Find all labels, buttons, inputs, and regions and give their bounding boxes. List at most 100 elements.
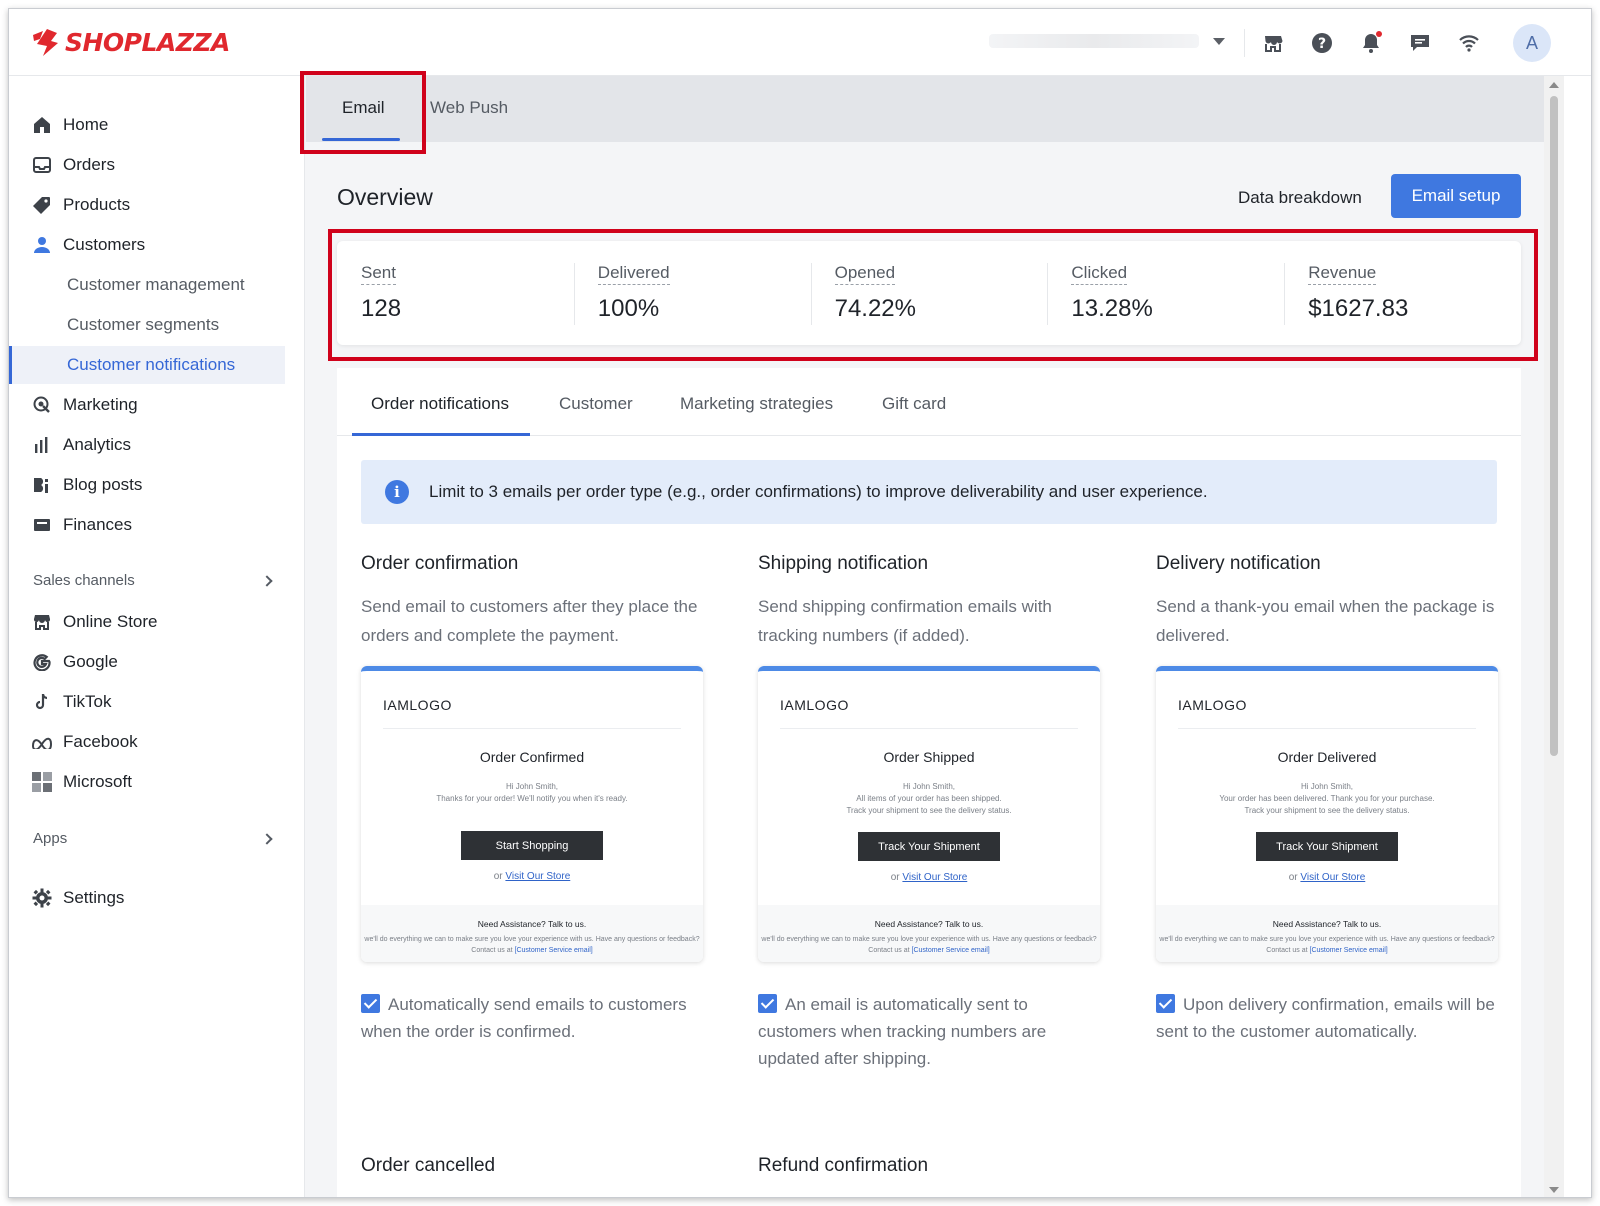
preview-logo: IAMLOGO — [1178, 697, 1247, 713]
svg-text:?: ? — [1318, 36, 1326, 52]
data-breakdown-link[interactable]: Data breakdown — [1238, 188, 1362, 208]
marketing-icon — [31, 394, 53, 416]
preview-cta-button: Start Shopping — [461, 831, 603, 860]
sidebar-item-google[interactable]: Google — [9, 644, 285, 680]
card-description: Send a thank-you email when the package … — [1156, 597, 1495, 645]
sidebar-item-label: Settings — [63, 888, 125, 907]
sidebar-item-label: Microsoft — [63, 772, 132, 791]
active-tab-indicator — [352, 433, 530, 436]
card-title-refund-confirmation[interactable]: Refund confirmation — [758, 1155, 928, 1177]
home-icon — [31, 114, 53, 136]
preview-logo: IAMLOGO — [780, 697, 849, 713]
notification-tabs: Order notifications Customer Marketing s… — [337, 368, 1521, 436]
sidebar-item-microsoft[interactable]: Microsoft — [9, 764, 285, 800]
microsoft-icon — [31, 771, 53, 793]
channel-tabs: Email Web Push — [306, 76, 1544, 142]
preview-heading: Order Confirmed — [479, 749, 585, 765]
sidebar-item-label: Customers — [63, 235, 146, 254]
preview-heading: Order Shipped — [883, 749, 975, 765]
help-icon[interactable]: ? — [1310, 31, 1334, 55]
preview-cta-button: Track Your Shipment — [1256, 832, 1398, 861]
apps-section[interactable]: Apps — [33, 830, 277, 847]
auto-send-checkbox[interactable] — [361, 994, 380, 1013]
preview-or-link: or Visit Our Store — [1156, 872, 1498, 883]
notifications-panel: Order notifications Customer Marketing s… — [337, 368, 1521, 1197]
footer-heading: Need Assistance? Talk to us. — [874, 919, 984, 929]
preview-footer: Need Assistance? Talk to us. we'll do ev… — [361, 905, 703, 962]
email-preview[interactable]: IAMLOGO Order Confirmed Hi John Smith, T… — [361, 666, 703, 962]
sidebar-subitem-customer-segments[interactable]: Customer segments — [9, 306, 285, 344]
auto-send-checkbox[interactable] — [1156, 994, 1175, 1013]
scroll-down-icon[interactable] — [1549, 1187, 1559, 1193]
store-selector[interactable] — [989, 29, 1234, 53]
store-icon — [31, 611, 53, 633]
preview-cta-button: Track Your Shipment — [858, 832, 1000, 861]
email-preview[interactable]: IAMLOGO Order Shipped Hi John Smith, All… — [758, 666, 1100, 962]
email-preview[interactable]: IAMLOGO Order Delivered Hi John Smith, Y… — [1156, 666, 1498, 962]
footer-email-link: [Customer Service email] — [514, 947, 593, 954]
sidebar-item-blog-posts[interactable]: Blog posts — [9, 467, 285, 503]
sidebar-subitem-customer-notifications[interactable]: Customer notifications — [9, 346, 285, 384]
highlight-box-email-tab — [300, 71, 426, 154]
sidebar-item-orders[interactable]: Orders — [9, 147, 285, 183]
avatar[interactable]: A — [1513, 24, 1551, 62]
auto-send-setting: Upon delivery confirmation, emails will … — [1156, 991, 1498, 1045]
sidebar-item-finances[interactable]: Finances — [9, 507, 285, 543]
email-setup-button[interactable]: Email setup — [1391, 174, 1521, 218]
scroll-thumb[interactable] — [1550, 96, 1558, 756]
brand-logo[interactable]: SHOPLAZZA — [31, 27, 230, 57]
finance-icon — [31, 514, 53, 536]
sidebar-item-label: Blog posts — [63, 475, 143, 494]
preview-line: Thanks for your order! We'll notify you … — [436, 794, 628, 803]
preview-line: Track your shipment to see the delivery … — [1244, 806, 1410, 815]
divider — [1178, 728, 1476, 729]
preview-footer: Need Assistance? Talk to us. we'll do ev… — [758, 905, 1100, 962]
sidebar-subitem-customer-management[interactable]: Customer management — [9, 266, 285, 304]
brand-name: SHOPLAZZA — [65, 27, 230, 57]
tab-customer[interactable]: Customer — [559, 394, 633, 414]
preview-body: Hi John Smith, Thanks for your order! We… — [361, 781, 703, 805]
auto-send-setting: An email is automatically sent to custom… — [758, 991, 1100, 1072]
tab-order-notifications[interactable]: Order notifications — [371, 394, 509, 414]
app-window: SHOPLAZZA ? A Home Orders Products Custo… — [8, 8, 1592, 1198]
sidebar-item-label: Google — [63, 652, 118, 671]
wifi-icon[interactable] — [1457, 31, 1481, 55]
sales-channels-section[interactable]: Sales channels — [33, 572, 277, 589]
sidebar-item-tiktok[interactable]: TikTok — [9, 684, 285, 720]
notification-card-shipping: Shipping notification Send shipping conf… — [758, 553, 1100, 1068]
tab-web-push[interactable]: Web Push — [430, 98, 508, 118]
sidebar-item-home[interactable]: Home — [9, 107, 285, 143]
store-icon[interactable] — [1261, 31, 1285, 55]
shoplazza-logo-icon — [33, 29, 58, 56]
tab-marketing-strategies[interactable]: Marketing strategies — [680, 394, 833, 414]
auto-send-checkbox[interactable] — [758, 994, 777, 1013]
or-text: or — [1288, 872, 1298, 883]
card-title[interactable]: Delivery notification — [1156, 553, 1498, 575]
tiktok-icon — [31, 691, 53, 713]
bell-icon[interactable] — [1359, 31, 1383, 55]
sidebar-item-label: Marketing — [63, 395, 138, 414]
sidebar-item-customers[interactable]: Customers — [9, 227, 285, 263]
visit-store-link: Visit Our Store — [1300, 872, 1366, 883]
scroll-up-icon[interactable] — [1549, 82, 1559, 88]
divider — [780, 728, 1078, 729]
sidebar-item-analytics[interactable]: Analytics — [9, 427, 285, 463]
preview-line: All items of your order has been shipped… — [856, 794, 1002, 803]
footer-email-link: [Customer Service email] — [1309, 947, 1388, 954]
or-text: or — [890, 872, 900, 883]
vertical-scrollbar[interactable] — [1544, 76, 1564, 1197]
tab-gift-card[interactable]: Gift card — [882, 394, 946, 414]
sidebar-item-facebook[interactable]: Facebook — [9, 724, 285, 760]
notification-dot — [1376, 31, 1382, 37]
card-title[interactable]: Order confirmation — [361, 553, 703, 575]
visit-store-link: Visit Our Store — [902, 872, 968, 883]
sidebar-item-products[interactable]: Products — [9, 187, 285, 223]
sidebar-item-marketing[interactable]: Marketing — [9, 387, 285, 423]
chat-icon[interactable] — [1408, 31, 1432, 55]
card-title[interactable]: Shipping notification — [758, 553, 1100, 575]
card-title-order-cancelled[interactable]: Order cancelled — [361, 1155, 495, 1177]
sidebar-item-settings[interactable]: Settings — [9, 880, 285, 916]
sidebar-item-online-store[interactable]: Online Store — [9, 604, 285, 640]
sidebar-item-label: Facebook — [63, 732, 138, 751]
preview-line: Hi John Smith, — [902, 782, 956, 791]
